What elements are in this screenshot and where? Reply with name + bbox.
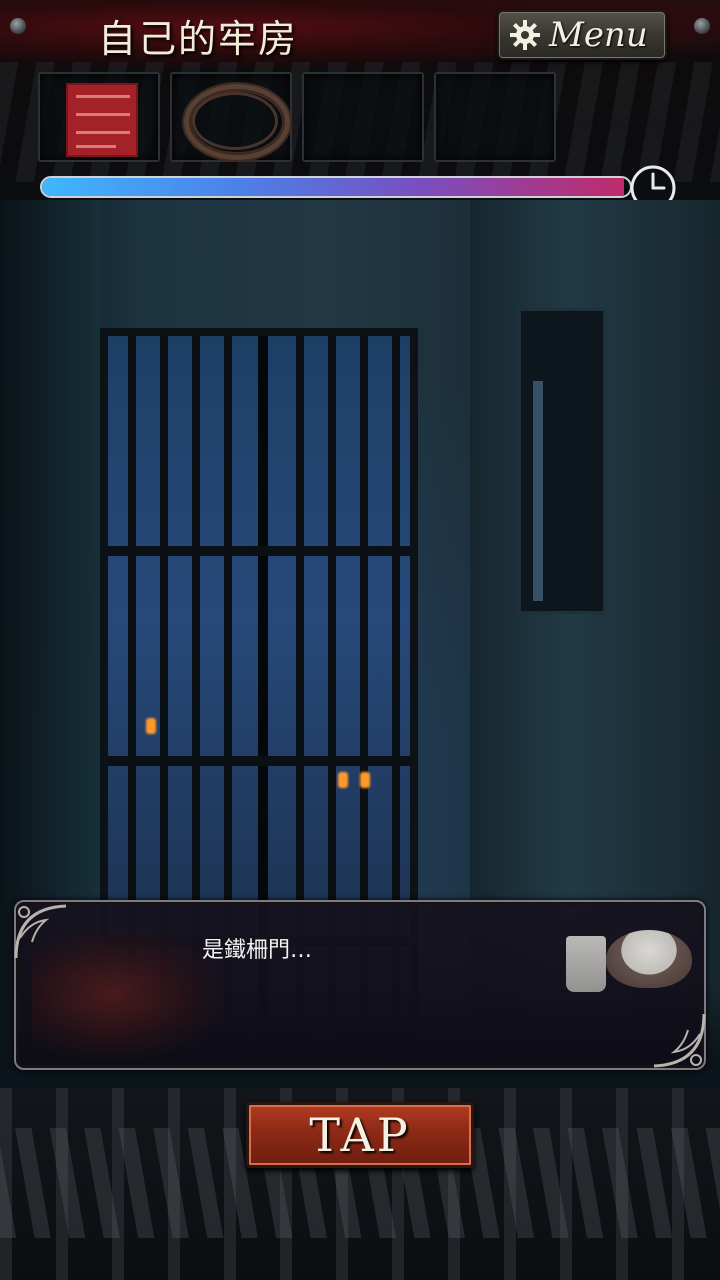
torch-glow — [146, 718, 156, 734]
inventory-slot[interactable] — [38, 72, 160, 162]
room-title: 自己的牢房 — [98, 17, 299, 61]
menu-card-item — [66, 83, 138, 157]
timer-bar — [40, 176, 632, 198]
top-bar: 自己的牢房 Menu — [0, 0, 720, 211]
rice-bowl-item — [606, 930, 692, 988]
tap-button[interactable]: TAP — [246, 1102, 474, 1168]
tap-label: TAP — [309, 1108, 411, 1162]
corner-ornament-icon — [14, 904, 67, 959]
rope-coil — [192, 92, 278, 150]
dialog-text: 是鐵柵門… — [202, 938, 313, 963]
inventory-slot[interactable] — [434, 72, 556, 162]
wall-window[interactable] — [518, 308, 606, 614]
timer-fill — [42, 178, 625, 196]
menu-button[interactable]: Menu — [497, 10, 667, 60]
corner-ornament-icon — [653, 1013, 706, 1068]
milk-glass-item — [566, 936, 606, 992]
screw-icon — [694, 18, 710, 34]
menu-label: Menu — [549, 15, 648, 55]
torch-glow — [338, 772, 348, 788]
screw-icon — [10, 18, 26, 34]
inventory-slot[interactable] — [170, 72, 292, 162]
gear-icon — [510, 20, 540, 50]
torch-glow — [360, 772, 370, 788]
inventory-bar — [38, 72, 556, 164]
game-screen: 自己的牢房 Menu 是鐵柵門… TAP — [0, 0, 720, 1280]
inventory-slot[interactable] — [302, 72, 424, 162]
